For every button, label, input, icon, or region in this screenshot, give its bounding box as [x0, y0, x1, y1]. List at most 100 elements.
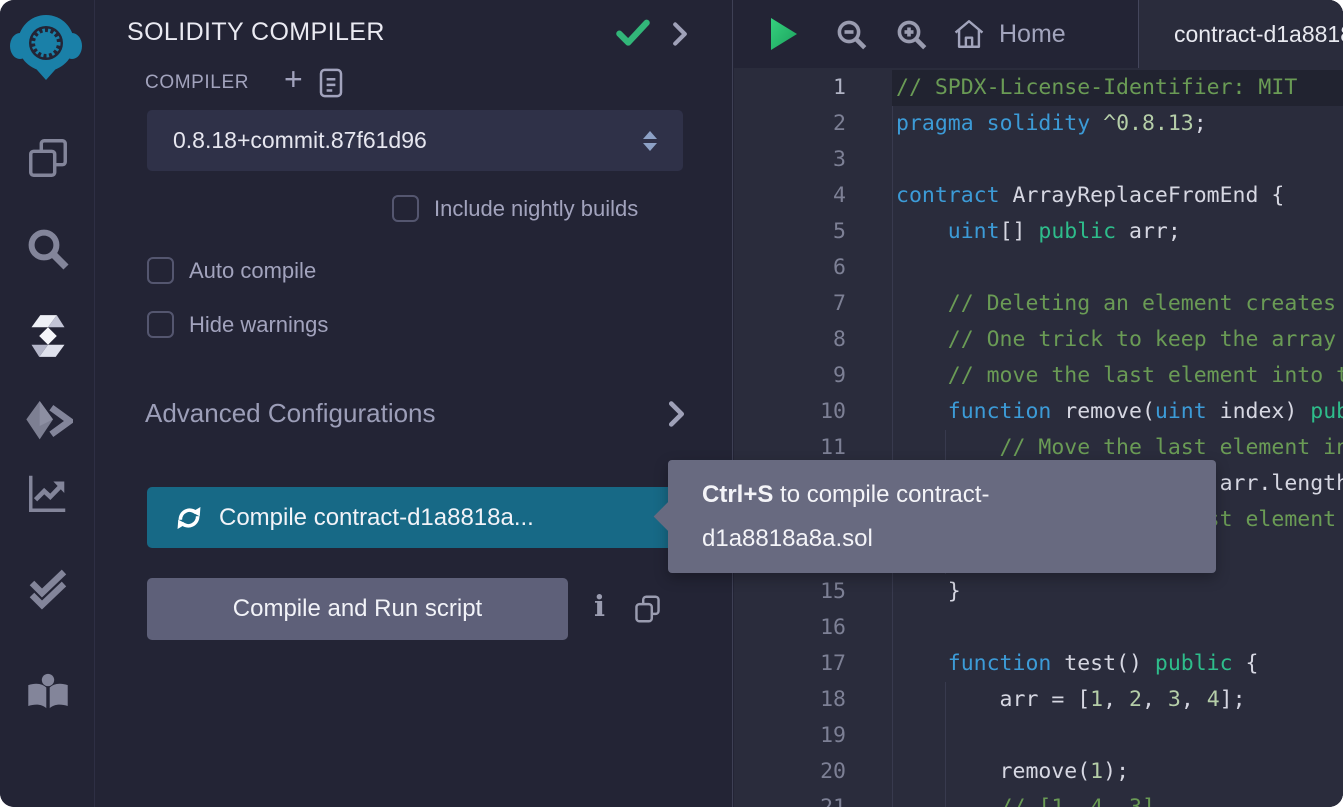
line-content: // Deleting an element creates a gap in …	[892, 286, 1343, 322]
chevron-right-icon	[668, 401, 685, 427]
auto-compile-checkbox[interactable]: Auto compile	[147, 257, 316, 284]
add-compiler-icon[interactable]: +	[284, 61, 303, 98]
include-nightly-checkbox[interactable]: Include nightly builds	[392, 195, 638, 222]
compiler-doc-icon[interactable]	[318, 68, 344, 103]
copy-icon[interactable]	[634, 594, 661, 629]
select-updown-icon	[643, 131, 657, 151]
line-number: 4	[734, 178, 892, 214]
home-tab-label: Home	[999, 20, 1066, 49]
info-icon[interactable]: i	[594, 589, 605, 623]
contract-tab-label: contract-d1a8818a8a.sol	[1174, 21, 1343, 48]
advanced-configurations-label: Advanced Configurations	[145, 398, 668, 429]
compile-shortcut-tooltip: Ctrl+S to compile contract- d1a8818a8a.s…	[668, 460, 1216, 573]
code-line[interactable]: 10 function remove(uint index) public {	[734, 394, 1343, 430]
line-content: pragma solidity ^0.8.13;	[892, 106, 1343, 142]
code-editor: 1// SPDX-License-Identifier: MIT2pragma …	[734, 0, 1343, 807]
indent-guide	[945, 682, 946, 807]
tooltip-line-2: d1a8818a8a.sol	[702, 517, 1216, 561]
hide-warnings-checkbox[interactable]: Hide warnings	[147, 311, 328, 338]
line-content: function remove(uint index) public {	[892, 394, 1343, 430]
line-content: function test() public {	[892, 646, 1343, 682]
line-number: 8	[734, 322, 892, 358]
code-line[interactable]: 7 // Deleting an element creates a gap i…	[734, 286, 1343, 322]
code-line[interactable]: 9 // move the last element into the plac…	[734, 358, 1343, 394]
vertical-icon-panel	[0, 0, 95, 807]
code-line[interactable]: 15 }	[734, 574, 1343, 610]
run-script-play-icon[interactable]	[767, 16, 801, 57]
compiler-version-value: 0.8.18+commit.87f61d96	[173, 127, 643, 154]
panel-title: SOLIDITY COMPILER	[127, 18, 385, 47]
line-content	[892, 718, 1343, 754]
compiler-version-select[interactable]: 0.8.18+commit.87f61d96	[147, 110, 683, 171]
zoom-out-icon[interactable]	[834, 17, 870, 58]
checkbox-box[interactable]	[147, 257, 174, 284]
compiler-section-label: COMPILER	[145, 72, 249, 94]
line-content: }	[892, 574, 1343, 610]
search-icon[interactable]	[0, 219, 95, 279]
solidity-compiler-panel: SOLIDITY COMPILER COMPILER + 0.8.18+comm…	[96, 0, 733, 807]
advanced-configurations-toggle[interactable]: Advanced Configurations	[145, 398, 685, 429]
line-content: // [1, 4, 3]	[892, 790, 1343, 807]
code-line[interactable]: 17 function test() public {	[734, 646, 1343, 682]
line-number: 21	[734, 790, 892, 807]
line-number: 2	[734, 106, 892, 142]
indent-guide	[892, 106, 893, 807]
code-line[interactable]: 8 // One trick to keep the array compact…	[734, 322, 1343, 358]
line-number: 16	[734, 610, 892, 646]
line-content: // One trick to keep the array compact i…	[892, 322, 1343, 358]
line-number: 19	[734, 718, 892, 754]
code-line[interactable]: 16	[734, 610, 1343, 646]
code-line[interactable]: 2pragma solidity ^0.8.13;	[734, 106, 1343, 142]
line-number: 20	[734, 754, 892, 790]
line-content: contract ArrayReplaceFromEnd {	[892, 178, 1343, 214]
code-line[interactable]: 3	[734, 142, 1343, 178]
code-line[interactable]: 5 uint[] public arr;	[734, 214, 1343, 250]
tooltip-line-1: Ctrl+S to compile contract-	[702, 473, 1216, 517]
tab-home[interactable]: Home	[952, 0, 1066, 68]
line-number: 6	[734, 250, 892, 286]
learneth-book-icon[interactable]	[0, 662, 95, 722]
solidity-compiler-icon[interactable]	[0, 306, 95, 366]
home-icon	[952, 17, 986, 51]
line-content: arr = [1, 2, 3, 4];	[892, 682, 1343, 718]
remix-logo-icon[interactable]	[8, 10, 84, 86]
deploy-and-run-icon[interactable]	[0, 391, 95, 451]
line-number: 1	[734, 70, 892, 106]
line-number: 10	[734, 394, 892, 430]
line-content: remove(1);	[892, 754, 1343, 790]
tab-contract-file[interactable]: contract-d1a8818a8a.sol	[1139, 0, 1343, 68]
compile-and-run-script-button[interactable]: Compile and Run script	[147, 578, 568, 640]
line-content	[892, 610, 1343, 646]
code-line[interactable]: 6	[734, 250, 1343, 286]
auto-compile-label: Auto compile	[189, 258, 316, 284]
compile-button[interactable]: Compile contract-d1a8818a...	[147, 487, 683, 548]
line-number: 18	[734, 682, 892, 718]
refresh-icon	[175, 504, 203, 532]
editor-tab-bar: Home contract-d1a8818a8a.sol	[734, 0, 1343, 68]
run-script-label: Compile and Run script	[233, 595, 482, 622]
analytics-icon[interactable]	[0, 463, 95, 523]
unit-testing-icon[interactable]	[0, 558, 95, 618]
code-line[interactable]: 20 remove(1);	[734, 754, 1343, 790]
code-line[interactable]: 1// SPDX-License-Identifier: MIT	[734, 70, 1343, 106]
compile-button-label: Compile contract-d1a8818a...	[219, 504, 534, 532]
line-number: 17	[734, 646, 892, 682]
checkbox-box[interactable]	[147, 311, 174, 338]
code-area[interactable]: 1// SPDX-License-Identifier: MIT2pragma …	[734, 68, 1343, 807]
tooltip-shortcut: Ctrl+S	[702, 481, 773, 508]
file-explorer-icon[interactable]	[0, 128, 95, 188]
line-number: 9	[734, 358, 892, 394]
code-line[interactable]: 19	[734, 718, 1343, 754]
code-line[interactable]: 21 // [1, 4, 3]	[734, 790, 1343, 807]
remix-ide-window: SOLIDITY COMPILER COMPILER + 0.8.18+comm…	[0, 0, 1343, 807]
line-content: // move the last element into the place …	[892, 358, 1343, 394]
code-line[interactable]: 4contract ArrayReplaceFromEnd {	[734, 178, 1343, 214]
checkbox-box[interactable]	[392, 195, 419, 222]
compile-success-check-icon	[615, 18, 651, 53]
code-line[interactable]: 18 arr = [1, 2, 3, 4];	[734, 682, 1343, 718]
line-content: // SPDX-License-Identifier: MIT	[892, 70, 1343, 106]
line-content	[892, 250, 1343, 286]
line-number: 3	[734, 142, 892, 178]
zoom-in-icon[interactable]	[894, 17, 930, 58]
panel-collapse-chevron-icon[interactable]	[672, 22, 688, 51]
